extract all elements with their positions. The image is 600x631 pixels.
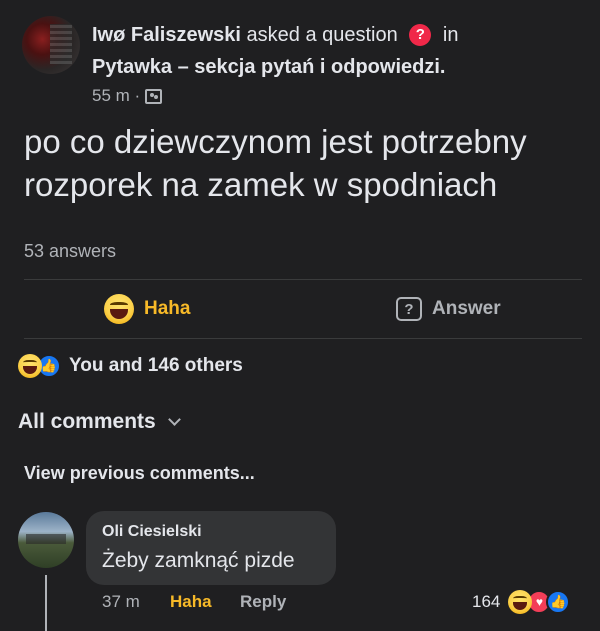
view-previous-comments-link[interactable]: View previous comments...	[24, 463, 255, 484]
question-badge-icon: ?	[409, 24, 432, 46]
question-bubble-icon: ?	[396, 297, 422, 321]
comment-time[interactable]: 37 m	[102, 592, 170, 612]
answer-button[interactable]: ? Answer	[396, 290, 501, 328]
comment-bubble: Oli Ciesielski Żeby zamknąć pizde	[86, 511, 336, 585]
haha-face-icon	[18, 354, 42, 378]
comment-reactions[interactable]: 164 ♥ 👍	[472, 590, 571, 614]
comment-text: Żeby zamknąć pizde	[102, 549, 295, 572]
like-icon: 👍	[546, 590, 571, 614]
comments-filter-dropdown[interactable]: All comments	[18, 410, 181, 434]
comment-reaction-count: 164	[472, 592, 501, 611]
author-avatar[interactable]	[22, 16, 80, 74]
post-time[interactable]: 55 m ·	[92, 86, 140, 106]
question-text: po co dziewczynom jest potrzebny rozpore…	[24, 123, 527, 203]
comment-reply-button[interactable]: Reply	[240, 592, 286, 612]
group-name[interactable]: Pytawka – sekcja pytań i odpowiedzi.	[92, 56, 445, 79]
reactions-text: You and 146 others	[69, 355, 243, 376]
divider	[24, 279, 582, 280]
reactions-summary[interactable]: 👍 You and 146 others	[18, 354, 243, 378]
haha-label: Haha	[144, 298, 191, 319]
chevron-down-icon	[167, 413, 181, 426]
post-header: Iwø Faliszewski asked a question ? in Py…	[22, 16, 582, 110]
divider	[24, 338, 582, 339]
post-header-line: Iwø Faliszewski asked a question ? in	[92, 24, 458, 47]
action-text: asked a question	[246, 24, 398, 46]
haha-button[interactable]: Haha	[104, 290, 190, 328]
group-icon	[145, 88, 163, 104]
in-text: in	[442, 24, 459, 46]
post-meta: 55 m ·	[92, 86, 163, 106]
comment-haha-button[interactable]: Haha	[170, 592, 240, 612]
comments-filter-label: All comments	[18, 410, 156, 433]
haha-face-icon	[104, 294, 134, 324]
comment-actions: 37 m Haha Reply	[102, 592, 286, 612]
answer-label: Answer	[432, 298, 501, 319]
commenter-avatar[interactable]	[18, 512, 74, 568]
comment-author[interactable]: Oli Ciesielski	[102, 523, 320, 541]
answers-count[interactable]: 53 answers	[24, 241, 116, 262]
thread-line	[45, 575, 47, 631]
author-name[interactable]: Iwø Faliszewski	[92, 24, 241, 46]
haha-face-icon	[508, 590, 533, 614]
